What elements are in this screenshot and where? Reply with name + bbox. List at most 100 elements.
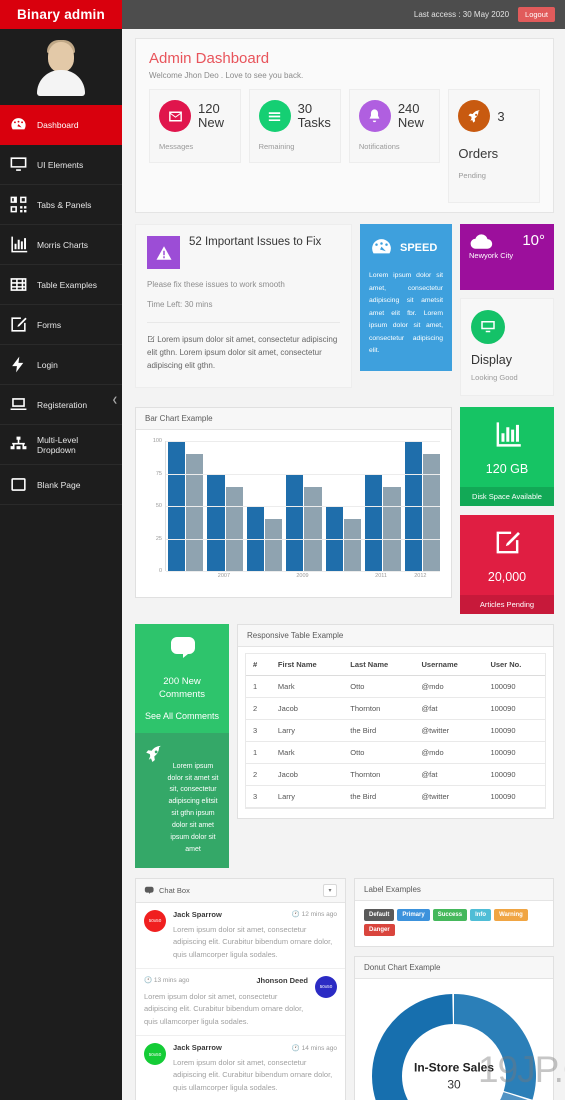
- bar: [286, 473, 304, 571]
- stat-card-messages[interactable]: 120 New Messages: [149, 89, 241, 163]
- see-all-comments-link[interactable]: See All Comments: [141, 711, 223, 721]
- bar-chart-title: Bar Chart Example: [136, 408, 451, 430]
- sidebar-item-dashboard[interactable]: Dashboard: [0, 105, 122, 145]
- rocket-text: Lorem ipsum dolor sit amet sit sit, cons…: [167, 762, 219, 853]
- square-icon: [9, 475, 28, 494]
- y-tick-label: 75: [155, 470, 162, 477]
- donut-center-title: In-Store Sales: [413, 1060, 495, 1075]
- metric-tiles: 120 GB Disk Space Available 20,000 Artic…: [460, 407, 554, 614]
- data-table: # First Name Last Name Username User No. 1 Ma…: [246, 654, 545, 808]
- x-tick-label: 2011: [375, 573, 387, 579]
- table-cell: 2: [246, 763, 271, 786]
- stat-card-orders[interactable]: 3 Orders Pending: [448, 89, 541, 203]
- tile-value: 120 GB: [485, 462, 529, 476]
- bar-chart-icon: [496, 422, 521, 447]
- stat-caption: Remaining: [258, 142, 295, 151]
- table-cell: Otto: [343, 741, 415, 764]
- status-badge[interactable]: Default: [364, 908, 395, 921]
- bar: [365, 473, 383, 571]
- table-row[interactable]: 1 Mark Otto @mdo 100090: [246, 675, 545, 698]
- table-cell: Larry: [270, 785, 344, 808]
- sidebar-item-tabs-panels[interactable]: Tabs & Panels: [0, 185, 122, 225]
- table-cell: @twitter: [414, 785, 484, 808]
- sidebar-item-ui-elements[interactable]: UI Elements: [0, 145, 122, 185]
- status-badge[interactable]: Success: [432, 908, 468, 921]
- donut-center-value: 30: [447, 1077, 461, 1092]
- table-row[interactable]: 2 Jacob Thornton @fat 100090: [246, 697, 545, 720]
- stat-card-tasks[interactable]: 30 Tasks Remaining: [248, 89, 341, 163]
- logout-button[interactable]: Logout: [518, 7, 555, 22]
- bar: [265, 519, 283, 571]
- sidebar-item-forms[interactable]: Forms: [0, 305, 122, 345]
- sidebar-item-blank-page[interactable]: Blank Page: [0, 465, 122, 505]
- content: Admin Dashboard Welcome Jhon Deo . Love …: [122, 29, 565, 1100]
- sidebar-item-registeration[interactable]: Registeration: [0, 385, 122, 425]
- tile-value: 20,000: [487, 570, 527, 584]
- sidebar-item-label: Blank Page: [37, 479, 81, 490]
- table-row[interactable]: 3 Larry the Bird @twitter 100090: [246, 785, 545, 808]
- chat-timestamp: 🕐 13 mins ago: [144, 977, 190, 985]
- table-row[interactable]: 3 Larry the Bird @twitter 100090: [246, 719, 545, 742]
- status-badge[interactable]: Info: [470, 908, 492, 921]
- comments-column: 200 New Comments See All Comments Lorem …: [135, 624, 229, 868]
- table-cell: @fat: [414, 763, 484, 786]
- sidebar-item-morris-charts[interactable]: Morris Charts: [0, 225, 122, 265]
- sidebar-item-login[interactable]: Login: [0, 345, 122, 385]
- comments-count: 200 New Comments: [159, 676, 205, 700]
- stat-card-notifications[interactable]: 240 New Notifications: [348, 89, 441, 163]
- y-tick-label: 0: [158, 568, 162, 574]
- status-badge[interactable]: Primary: [397, 908, 430, 921]
- brand-logo[interactable]: Binary admin: [0, 0, 122, 29]
- sidebar-item-label: Forms: [37, 319, 62, 330]
- dashboard-icon: [9, 115, 28, 134]
- table-cell: the Bird: [343, 785, 415, 808]
- sidebar-item-table-examples[interactable]: Table Examples: [0, 265, 122, 305]
- sidebar-collapse-icon[interactable]: ❮: [112, 396, 118, 404]
- y-tick-label: 50: [155, 503, 162, 509]
- table-cell: 100090: [483, 719, 545, 742]
- table-cell: 100090: [483, 697, 545, 720]
- table-cell: 100090: [483, 763, 545, 786]
- issues-time-left: Time Left: 30 mins: [147, 300, 213, 309]
- table-cell: 100090: [483, 675, 545, 698]
- weather-tile: 10° Newyork City: [460, 224, 554, 290]
- stat-caption: Pending: [458, 171, 486, 180]
- sidebar-item-label: Morris Charts: [37, 239, 89, 250]
- bar: [225, 486, 243, 571]
- display-tile: Display Looking Good: [460, 298, 554, 396]
- list-icon: [258, 100, 291, 132]
- stat-value-2: Tasks: [297, 115, 331, 130]
- articles-pending-tile[interactable]: 20,000 Articles Pending: [460, 515, 554, 614]
- stat-caption: Notifications: [358, 142, 400, 151]
- chat-text: Lorem ipsum dolor sit amet, consectetur …: [144, 991, 304, 1026]
- sidebar-item-label: Tabs & Panels: [37, 199, 92, 210]
- chevron-down-icon[interactable]: ▾: [323, 883, 337, 897]
- chat-author: Jhonson Deed: [256, 975, 308, 985]
- table-row[interactable]: 1 Mark Otto @mdo 100090: [246, 741, 545, 764]
- gridline: [166, 538, 440, 540]
- y-axis: 0 25 50 75 100: [145, 438, 164, 574]
- table-header-row: # First Name Last Name Username User No.: [246, 654, 545, 676]
- sidebar-item-multi-level-dropdown[interactable]: Multi-Level Dropdown: [0, 425, 122, 465]
- row-table: 200 New Comments See All Comments Lorem …: [135, 624, 554, 868]
- comments-tile[interactable]: 200 New Comments See All Comments: [135, 624, 229, 733]
- display-title: Display: [471, 353, 512, 367]
- table-cell: the Bird: [343, 719, 415, 742]
- donut-title: Donut Chart Example: [355, 956, 553, 979]
- page-subtitle: Welcome Jhon Deo . Love to see you back.: [149, 71, 304, 80]
- speed-text: Lorem ipsum dolor sit amet, consectetur …: [369, 272, 443, 355]
- cloud-icon: [470, 234, 493, 249]
- status-badge[interactable]: Danger: [364, 923, 395, 936]
- bar-group: [365, 473, 401, 571]
- table-row[interactable]: 2 Jacob Thornton @fat 100090: [246, 763, 545, 786]
- sidebar: Binary admin Dashboard UI Elements Tabs …: [0, 0, 122, 1100]
- x-tick-label: 2007: [217, 573, 231, 579]
- disk-space-tile[interactable]: 120 GB Disk Space Available: [460, 407, 554, 506]
- table-cell: Larry: [270, 719, 344, 742]
- comments-icon: [144, 886, 154, 894]
- status-badge[interactable]: Warning: [494, 908, 528, 921]
- issues-footer: Lorem ipsum dolor sit amet, consectetur …: [147, 333, 340, 373]
- table-icon: [9, 275, 28, 294]
- y-tick-label: 100: [152, 438, 162, 444]
- chat-box-panel: Chat Box ▾ 50x50 Jack Sparrow 🕐 12 mins ag…: [135, 877, 346, 1100]
